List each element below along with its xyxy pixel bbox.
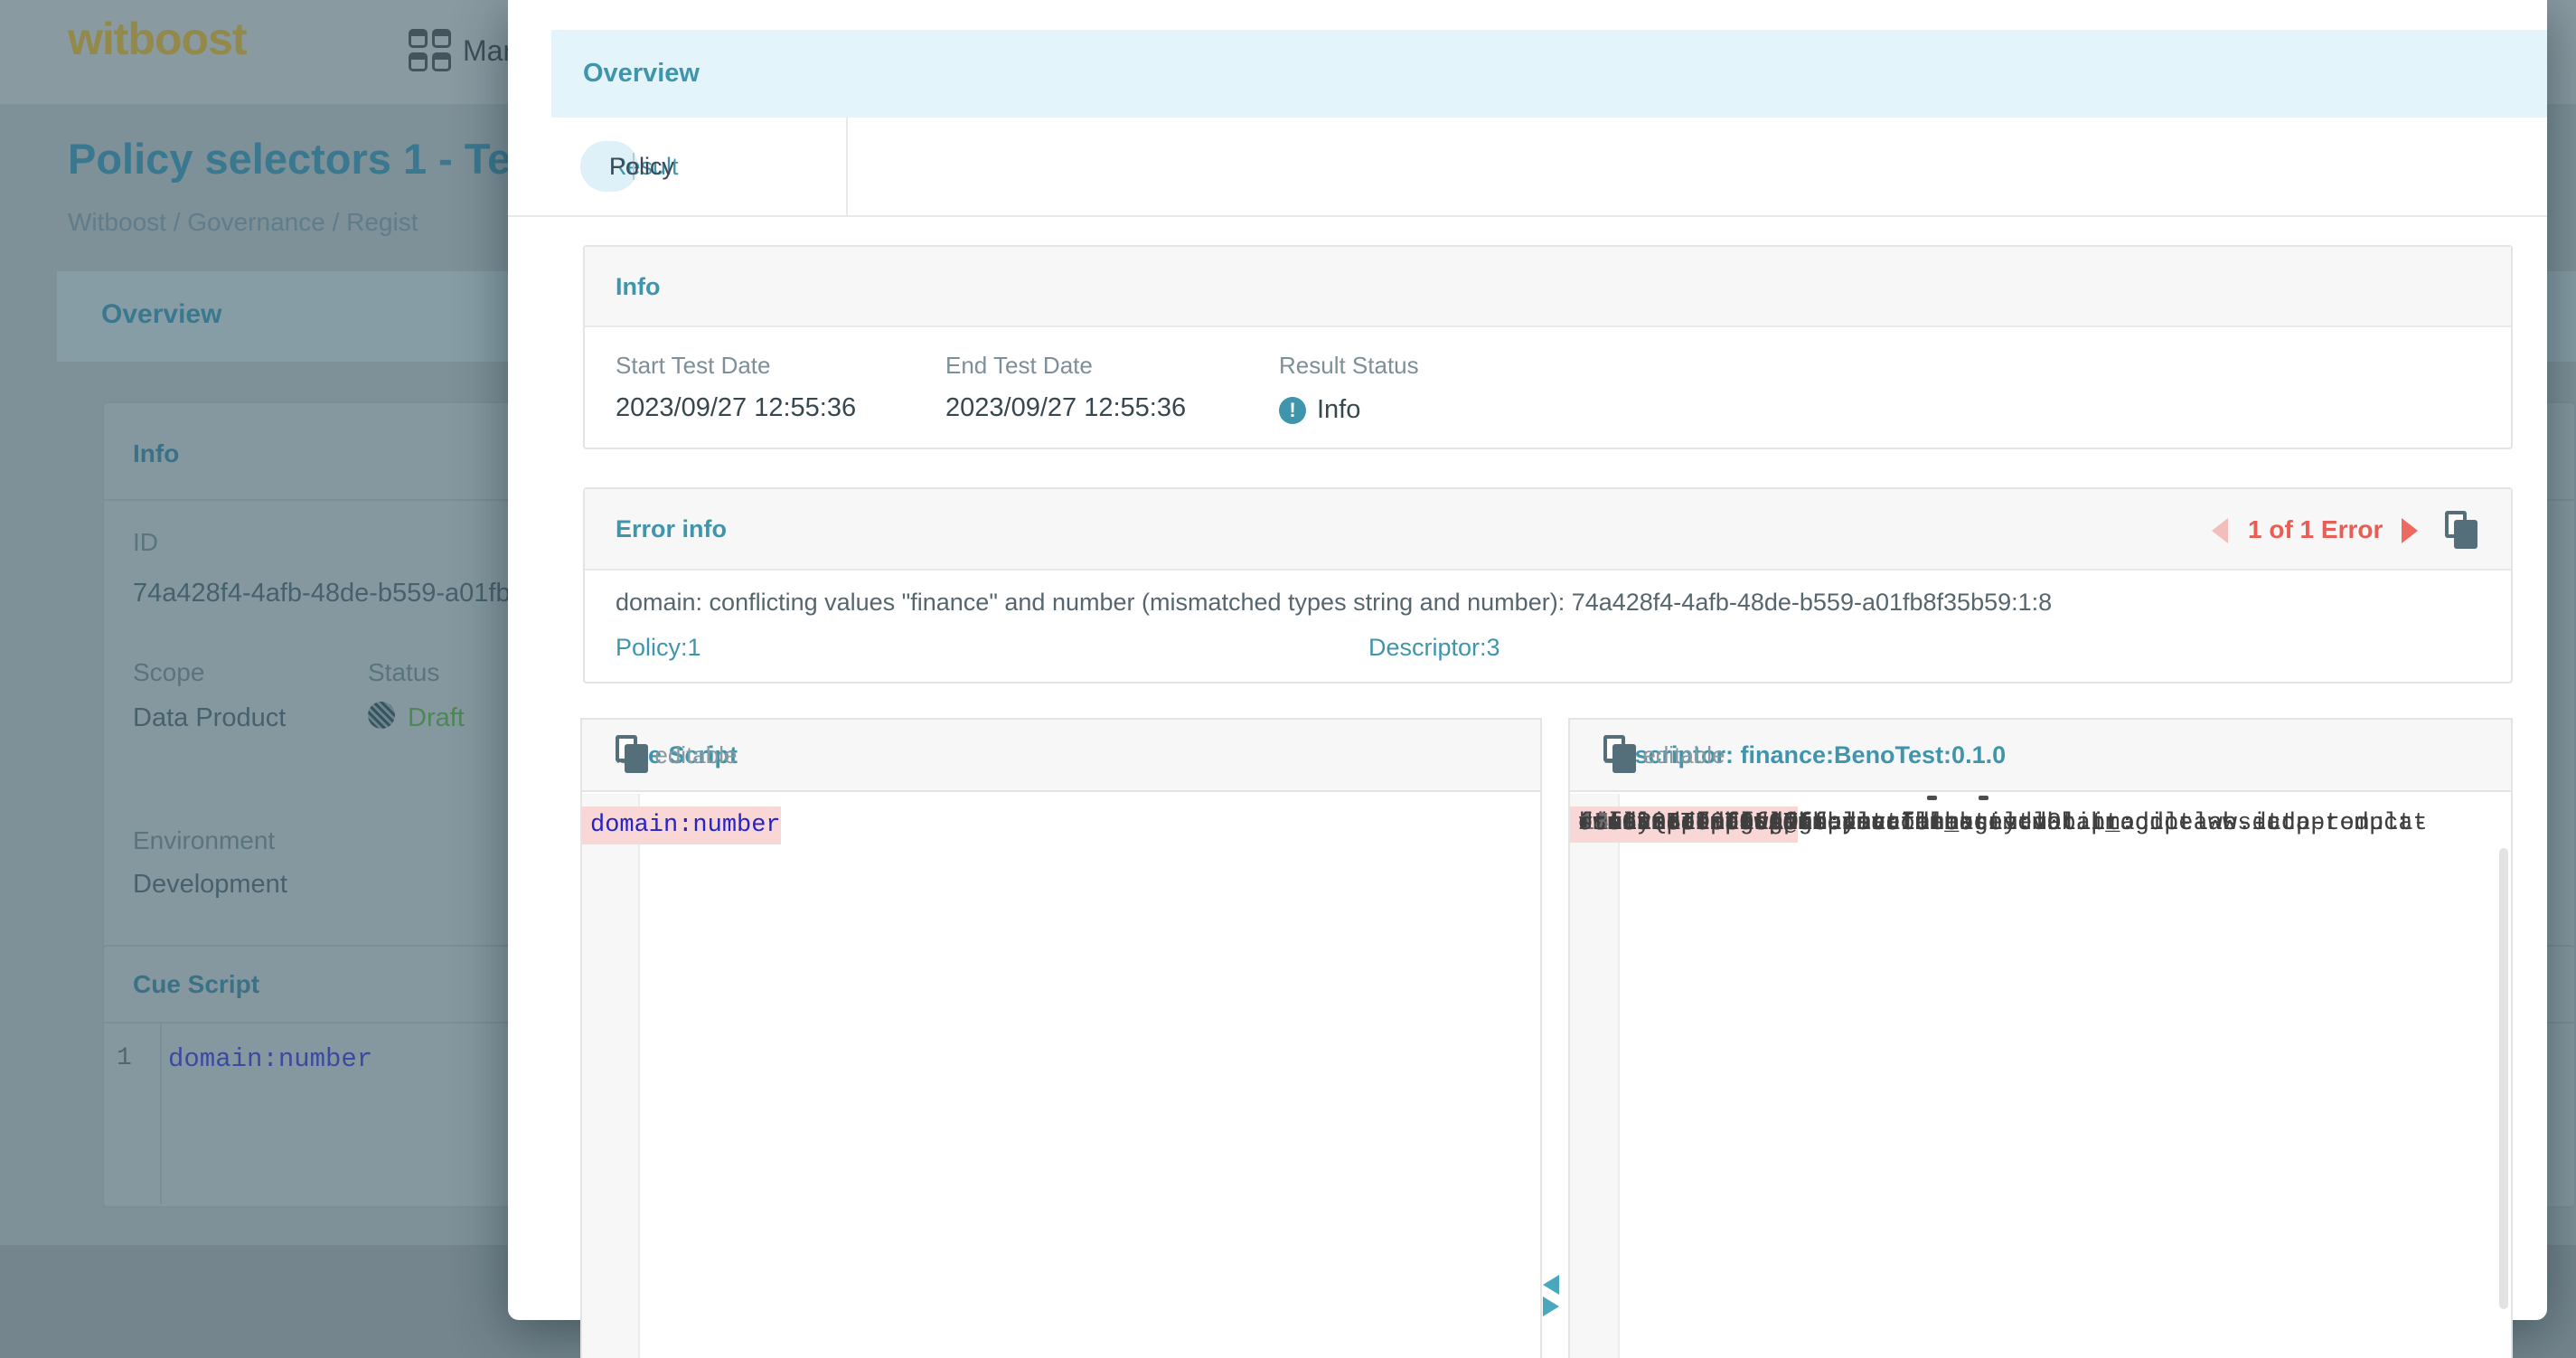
line-text: domain:number	[582, 806, 781, 844]
scope-label: Scope	[133, 658, 204, 687]
test-info-card: Info Start Test Date 2023/09/27 12:55:36…	[583, 245, 2513, 449]
screen: witboost Mar Policy selectors 1 - Tes Wi…	[0, 0, 2576, 1358]
id-label: ID	[133, 528, 158, 557]
result-policy-toggle: Result Policy	[580, 141, 638, 192]
witboost-logo: witboost	[68, 13, 247, 65]
apps-grid-icon[interactable]	[409, 29, 454, 74]
descriptor-panel: Descriptor: finance:BenoTest:0.1.0 not e…	[1568, 718, 2513, 1358]
line-number-gutter	[1570, 794, 1620, 1358]
descriptor-clipped-line	[1979, 796, 1988, 800]
tab-overview-background[interactable]: Overview	[101, 299, 221, 330]
error-policy-link[interactable]: Policy:1	[616, 634, 701, 662]
copy-cue-script-icon[interactable]	[616, 735, 650, 775]
tab-policy[interactable]: Policy	[609, 153, 674, 181]
error-descriptor-link[interactable]: Descriptor:3	[1368, 634, 1500, 662]
card-header: Error info 1 of 1 Error	[585, 489, 2511, 571]
collapse-left-icon	[1543, 1275, 1559, 1295]
panel-splitter-handle[interactable]	[1541, 1275, 1563, 1318]
end-test-date-label: End Test Date	[945, 352, 1093, 380]
background-cue-code: domain:number	[168, 1044, 372, 1074]
result-status-label: Result Status	[1279, 352, 1419, 380]
descriptor-clipped-line	[1927, 796, 1937, 800]
descriptor-editor: 3 domain: finance 4 kind: dataproduct 5 …	[1570, 794, 2511, 1358]
error-message: domain: conflicting values "finance" and…	[616, 589, 2052, 617]
copy-descriptor-icon[interactable]	[1603, 735, 1638, 775]
line-number: 1	[117, 1044, 132, 1072]
collapse-right-icon	[1543, 1297, 1559, 1316]
dialog-header: Overview	[551, 30, 2547, 118]
page-title: Policy selectors 1 - Tes	[68, 134, 534, 184]
divider	[508, 215, 2547, 217]
background-info-title: Info	[133, 439, 179, 468]
status-label: Status	[368, 658, 439, 687]
previous-error-arrow-icon[interactable]	[2212, 518, 2228, 543]
environment-label: Environment	[133, 826, 275, 855]
panel-header: Cue Script not editable	[582, 720, 1540, 792]
line-number-gutter	[582, 794, 640, 1358]
start-test-date-label: Start Test Date	[616, 352, 771, 380]
next-error-arrow-icon[interactable]	[2402, 518, 2418, 543]
descriptor-scrollbar[interactable]	[2499, 848, 2508, 1309]
line-text: status: Draft	[1570, 806, 1769, 843]
info-status-icon: !	[1279, 397, 1306, 424]
start-test-date-value: 2023/09/27 12:55:36	[616, 393, 856, 423]
dialog-title: Overview	[583, 30, 700, 118]
panel-header: Descriptor: finance:BenoTest:0.1.0 not e…	[1570, 720, 2511, 792]
background-cue-script-title: Cue Script	[133, 970, 259, 999]
nav-menu-label[interactable]: Mar	[463, 34, 512, 68]
end-test-date-value: 2023/09/27 12:55:36	[945, 393, 1186, 423]
card-header: Info	[585, 247, 2511, 327]
copy-error-icon[interactable]	[2445, 511, 2479, 551]
status-badge: Draft	[408, 703, 465, 733]
draft-status-icon	[368, 702, 395, 729]
environment-value: Development	[133, 870, 287, 900]
error-pager: 1 of 1 Error	[2248, 515, 2383, 544]
breadcrumb[interactable]: Witboost / Governance / Regist	[68, 208, 418, 237]
cue-script-panel: Cue Script not editable 1 domain:number	[580, 718, 1542, 1358]
error-info-title: Error info	[616, 515, 727, 543]
gutter-divider	[160, 1023, 162, 1204]
info-card-title: Info	[616, 273, 660, 301]
cue-script-editor: 1 domain:number	[582, 794, 1540, 1358]
scope-value: Data Product	[133, 703, 286, 733]
error-info-card: Error info 1 of 1 Error domain: conflict…	[583, 487, 2513, 684]
result-status-value: Info	[1317, 395, 1360, 425]
divider	[846, 118, 848, 215]
code-panels-area: Cue Script not editable 1 domain:number	[580, 718, 2513, 1358]
